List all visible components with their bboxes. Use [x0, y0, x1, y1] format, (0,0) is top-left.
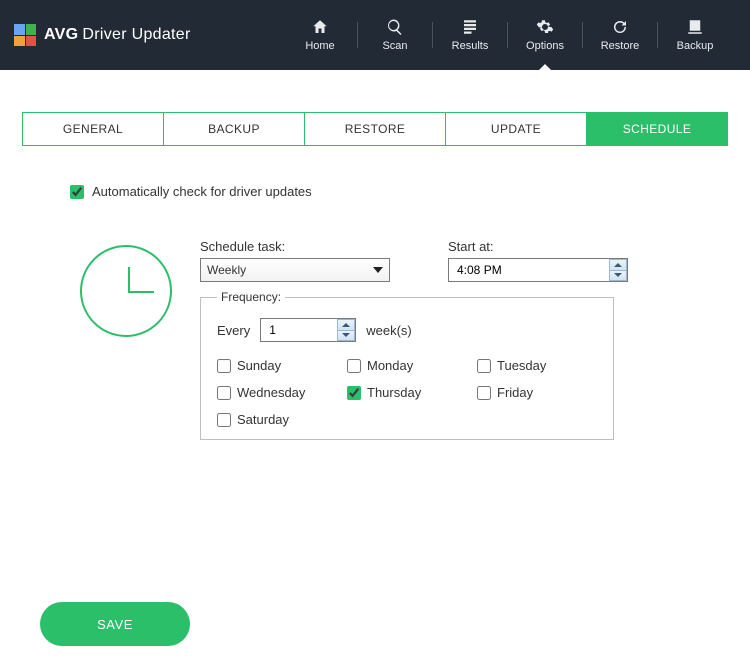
- nav-scan-label: Scan: [382, 40, 407, 52]
- nav-results[interactable]: Results: [433, 0, 507, 70]
- day-saturday-checkbox[interactable]: [217, 413, 231, 427]
- tab-backup[interactable]: BACKUP: [164, 112, 305, 146]
- schedule-panel: Automatically check for driver updates S…: [0, 146, 750, 440]
- spinner-down-icon[interactable]: [609, 271, 627, 282]
- backup-icon: [686, 18, 704, 36]
- nav-home[interactable]: Home: [283, 0, 357, 70]
- every-unit: week(s): [366, 323, 412, 338]
- every-row: Every week(s): [217, 318, 597, 342]
- results-icon: [461, 18, 479, 36]
- nav-options-label: Options: [526, 40, 564, 52]
- schedule-task-value: Weekly: [207, 263, 246, 277]
- start-at-label: Start at:: [448, 239, 628, 254]
- tab-restore[interactable]: RESTORE: [305, 112, 446, 146]
- day-wednesday[interactable]: Wednesday: [217, 385, 337, 400]
- home-icon: [311, 18, 329, 36]
- schedule-task-dropdown[interactable]: Weekly: [200, 258, 390, 282]
- day-tuesday-label: Tuesday: [497, 358, 546, 373]
- day-monday-label: Monday: [367, 358, 413, 373]
- day-saturday[interactable]: Saturday: [217, 412, 337, 427]
- days-grid: Sunday Monday Tuesday Wednesday: [217, 358, 597, 427]
- spinner-up-icon[interactable]: [609, 259, 627, 271]
- brand: AVGDriver Updater: [14, 24, 191, 46]
- nav-backup-label: Backup: [677, 40, 714, 52]
- nav-results-label: Results: [452, 40, 489, 52]
- day-friday[interactable]: Friday: [477, 385, 597, 400]
- every-label: Every: [217, 323, 250, 338]
- clock-icon: [80, 245, 172, 337]
- search-icon: [386, 18, 404, 36]
- auto-check-checkbox[interactable]: [70, 185, 84, 199]
- start-at-group: Start at:: [448, 239, 628, 282]
- top-nav: Home Scan Results Options Restore Backup: [283, 0, 732, 70]
- day-monday-checkbox[interactable]: [347, 359, 361, 373]
- brand-bold: AVG: [44, 26, 78, 43]
- day-thursday-label: Thursday: [367, 385, 421, 400]
- schedule-task-label: Schedule task:: [200, 239, 390, 254]
- day-wednesday-checkbox[interactable]: [217, 386, 231, 400]
- brand-rest: Driver Updater: [82, 26, 190, 43]
- frequency-group: Frequency: Every week(s): [200, 290, 614, 440]
- day-saturday-label: Saturday: [237, 412, 289, 427]
- avg-logo-icon: [14, 24, 36, 46]
- schedule-task-group: Schedule task: Weekly: [200, 239, 390, 282]
- nav-home-label: Home: [305, 40, 334, 52]
- day-sunday-label: Sunday: [237, 358, 281, 373]
- tab-schedule[interactable]: SCHEDULE: [587, 112, 728, 146]
- nav-restore-label: Restore: [601, 40, 640, 52]
- nav-scan[interactable]: Scan: [358, 0, 432, 70]
- restore-icon: [611, 18, 629, 36]
- day-friday-checkbox[interactable]: [477, 386, 491, 400]
- nav-options[interactable]: Options: [508, 0, 582, 70]
- spinner-up-icon[interactable]: [337, 319, 355, 331]
- day-sunday-checkbox[interactable]: [217, 359, 231, 373]
- app-header: AVGDriver Updater Home Scan Results Opti…: [0, 0, 750, 70]
- spinner-down-icon[interactable]: [337, 331, 355, 342]
- day-friday-label: Friday: [497, 385, 533, 400]
- start-at-spinner[interactable]: [609, 259, 627, 281]
- every-spinner[interactable]: [337, 319, 355, 341]
- day-monday[interactable]: Monday: [347, 358, 467, 373]
- frequency-legend: Frequency:: [217, 290, 285, 304]
- tab-update[interactable]: UPDATE: [446, 112, 587, 146]
- day-wednesday-label: Wednesday: [237, 385, 305, 400]
- save-button[interactable]: SAVE: [40, 602, 190, 646]
- auto-check-row[interactable]: Automatically check for driver updates: [70, 184, 700, 199]
- auto-check-label: Automatically check for driver updates: [92, 184, 312, 199]
- start-at-input[interactable]: [448, 258, 628, 282]
- chevron-down-icon: [373, 267, 383, 273]
- nav-backup[interactable]: Backup: [658, 0, 732, 70]
- gear-icon: [536, 18, 554, 36]
- app-title: AVGDriver Updater: [44, 26, 191, 44]
- settings-tabs: GENERAL BACKUP RESTORE UPDATE SCHEDULE: [22, 112, 728, 146]
- tab-general[interactable]: GENERAL: [22, 112, 164, 146]
- day-tuesday-checkbox[interactable]: [477, 359, 491, 373]
- schedule-form: Schedule task: Weekly Start at:: [200, 239, 700, 440]
- day-tuesday[interactable]: Tuesday: [477, 358, 597, 373]
- day-thursday-checkbox[interactable]: [347, 386, 361, 400]
- nav-restore[interactable]: Restore: [583, 0, 657, 70]
- day-thursday[interactable]: Thursday: [347, 385, 467, 400]
- day-sunday[interactable]: Sunday: [217, 358, 337, 373]
